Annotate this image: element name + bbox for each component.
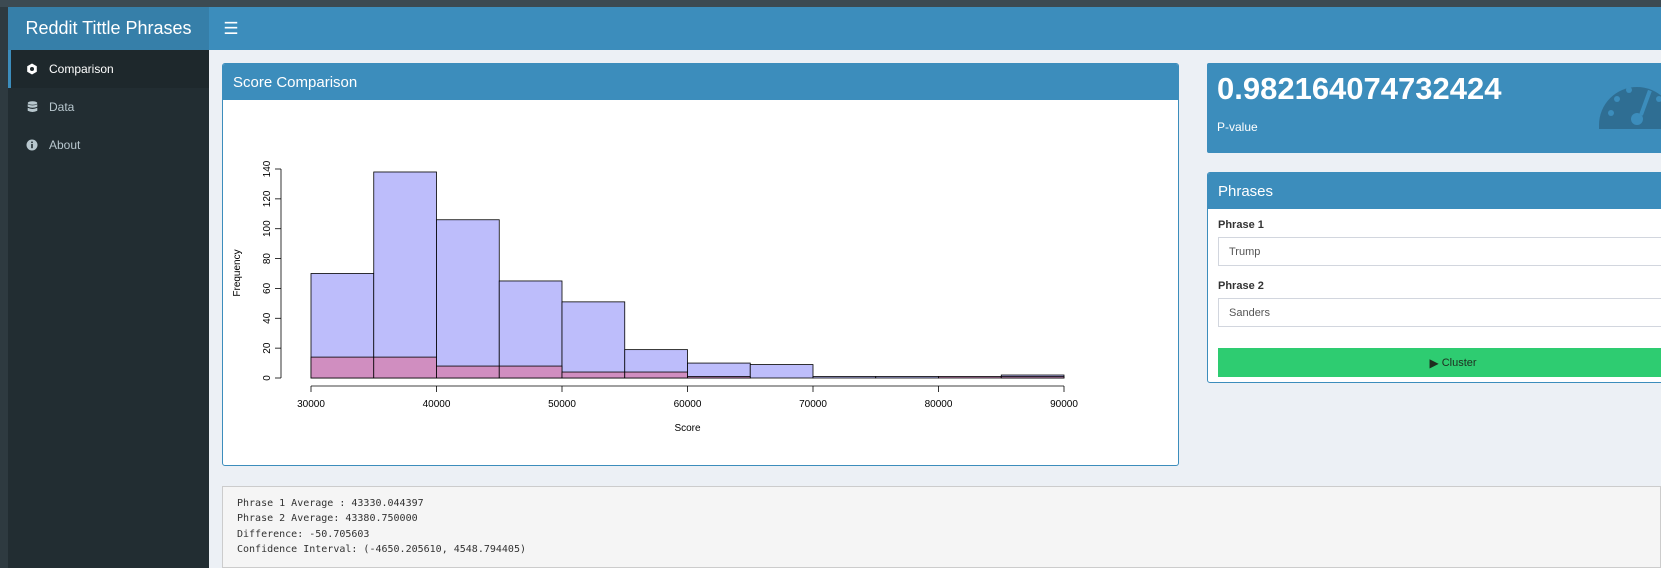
- histogram-bar-series-2: [436, 365, 500, 379]
- info-circle-icon: [24, 137, 40, 153]
- phrase-2-label: Phrase 2: [1218, 280, 1264, 292]
- sidebar-item-about[interactable]: About: [8, 126, 209, 164]
- hamburger-icon[interactable]: ☰: [219, 7, 243, 50]
- y-tick-label: 40: [262, 312, 273, 324]
- phrase-1-input[interactable]: Trump: [1218, 237, 1661, 266]
- phrase-1-label: Phrase 1: [1218, 219, 1264, 231]
- sidebar-item-label: Comparison: [49, 62, 114, 76]
- pvalue-label: P-value: [1217, 120, 1258, 134]
- database-icon: [24, 99, 40, 115]
- x-tick-label: 60000: [674, 399, 702, 410]
- top-navbar: ☰: [209, 7, 1661, 50]
- y-tick-label: 80: [262, 253, 273, 265]
- score-comparison-box: Score Comparison 30000 40000 50000 60000 700…: [222, 63, 1179, 466]
- sidebar-item-data[interactable]: Data: [8, 88, 209, 126]
- summary-line-phrase1-average: Phrase 1 Average : 43330.044397: [237, 498, 424, 509]
- tachometer-icon: [1599, 87, 1661, 129]
- sidebar-item-label: About: [49, 138, 81, 152]
- y-tick-label: 120: [262, 190, 273, 207]
- histogram-chart: 30000 40000 50000 60000 70000 80000 90000 0 20 40…: [232, 160, 1078, 434]
- histogram-bar-series-1: [812, 376, 877, 379]
- histogram-bar-series-2: [1000, 376, 1065, 379]
- sidebar-item-label: Data: [49, 100, 75, 114]
- summary-output: Phrase 1 Average : 43330.044397 Phrase 2…: [222, 486, 1661, 568]
- histogram-bar-series-2: [373, 356, 437, 379]
- histogram-bar-series-2: [938, 376, 1002, 379]
- play-icon: ▶: [1429, 355, 1439, 370]
- cluster-button[interactable]: ▶ Cluster: [1218, 348, 1661, 377]
- dashboard-icon: [24, 61, 40, 77]
- x-tick-label: 80000: [925, 399, 953, 410]
- summary-line-difference: Difference: -50.705603: [237, 528, 370, 540]
- x-tick-label: 90000: [1050, 399, 1078, 410]
- main-content: Score Comparison 30000 40000 50000 60000 700…: [209, 50, 1661, 568]
- pvalue-box: 0.982164074732424 P-value: [1207, 63, 1661, 153]
- y-tick-label: 100: [262, 220, 273, 237]
- phrase-2-input[interactable]: Sanders: [1218, 298, 1661, 327]
- x-tick-label: 50000: [548, 399, 576, 410]
- histogram-bar-series-2: [310, 356, 375, 379]
- histogram-bar-series-1: [875, 376, 939, 379]
- window-left-edge: [0, 7, 8, 568]
- score-box-title: Score Comparison: [223, 64, 1178, 100]
- phrases-box: Phrases Phrase 1 Trump Phrase 2 Sanders …: [1207, 172, 1661, 383]
- pvalue-number: 0.982164074732424: [1217, 71, 1502, 106]
- window-top-strip: [0, 0, 1661, 7]
- x-tick-label: 70000: [799, 399, 827, 410]
- histogram-bar-series-1: [373, 171, 437, 379]
- histogram-bar-series-2: [624, 371, 688, 379]
- y-tick-label: 60: [262, 282, 273, 294]
- x-tick-label: 30000: [297, 399, 325, 410]
- phrases-box-title: Phrases: [1208, 173, 1661, 209]
- histogram-bar-series-2: [561, 371, 626, 379]
- summary-line-confidence-interval: Confidence Interval: (-4650.205610, 4548…: [237, 543, 526, 555]
- histogram-bar-series-1: [687, 362, 751, 379]
- histogram-bar-series-1: [436, 219, 500, 379]
- cluster-button-label: Cluster: [1441, 356, 1477, 369]
- summary-line-phrase2-average: Phrase 2 Average: 43380.750000: [237, 513, 418, 525]
- y-tick-label: 0: [262, 375, 273, 381]
- histogram-bar-series-2: [687, 376, 751, 379]
- y-tick-label: 20: [262, 342, 273, 354]
- x-tick-label: 40000: [423, 399, 451, 410]
- sidebar: Comparison Data About: [8, 50, 209, 568]
- x-axis-title: Score: [674, 423, 701, 434]
- y-axis-title: Frequency: [232, 249, 243, 296]
- y-tick-label: 140: [262, 160, 273, 177]
- series-1-bars: [310, 171, 1065, 379]
- histogram-bar-series-1: [749, 364, 814, 379]
- app-title[interactable]: Reddit Tittle Phrases: [8, 7, 209, 50]
- histogram-bar-series-1: [498, 280, 563, 379]
- histogram-bar-series-1: [561, 301, 626, 379]
- histogram-bar-series-2: [498, 365, 563, 379]
- sidebar-item-comparison[interactable]: Comparison: [8, 50, 209, 88]
